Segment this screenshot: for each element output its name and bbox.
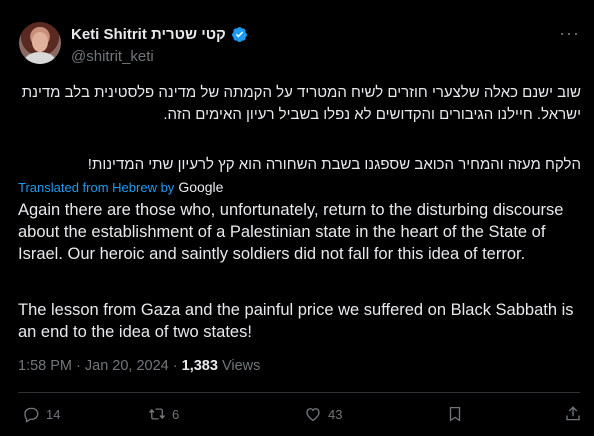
avatar[interactable] (19, 22, 61, 64)
more-options-icon[interactable]: ··· (559, 23, 580, 44)
bookmark-icon (449, 406, 461, 422)
action-bar: 14 6 43 (18, 405, 580, 427)
translated-paragraph-1: Again there are those who, unfortunately… (18, 201, 564, 263)
translation-attribution[interactable]: Translated from Hebrew by Google (18, 179, 223, 195)
bookmark-button[interactable] (446, 405, 464, 423)
timestamp[interactable]: 1:58 PM · Jan 20, 2024 · (18, 358, 182, 374)
divider (18, 392, 580, 393)
views-count: 1,383 (181, 358, 218, 374)
translated-paragraph-2: The lesson from Gaza and the painful pri… (18, 301, 574, 341)
author-display-name[interactable]: Keti Shitrit קטי שטרית (71, 26, 226, 43)
hebrew-paragraph-2: הלקח מעזה והמחיר הכואב שספגנו בשבת השחור… (87, 156, 581, 173)
verified-badge-icon[interactable] (231, 26, 248, 43)
reply-count: 14 (46, 406, 61, 422)
retweet-count: 6 (172, 406, 180, 422)
views-label: Views (217, 358, 261, 374)
share-icon (566, 406, 580, 421)
author-handle[interactable]: @shitrit_keti (71, 48, 154, 65)
like-button[interactable]: 43 (304, 405, 342, 423)
reply-icon (24, 407, 39, 423)
reply-button[interactable]: 14 (22, 405, 60, 423)
hebrew-paragraph-1: שוב ישנם כאלה שלצערי חוזרים לשיח המטריד … (21, 84, 581, 123)
tweet-meta: 1:58 PM · Jan 20, 2024 · 1,383 Views (18, 358, 260, 374)
google-logo: Google (178, 179, 224, 195)
share-button[interactable] (564, 405, 582, 423)
like-icon (306, 408, 320, 422)
tweet: Keti Shitrit קטי שטרית @shitrit_keti ···… (0, 0, 594, 436)
author-name-row: Keti Shitrit קטי שטרית (71, 26, 248, 43)
retweet-icon (148, 408, 166, 420)
like-count: 43 (328, 406, 343, 422)
translation-label: Translated from Hebrew by (18, 179, 175, 195)
retweet-button[interactable]: 6 (148, 405, 179, 423)
